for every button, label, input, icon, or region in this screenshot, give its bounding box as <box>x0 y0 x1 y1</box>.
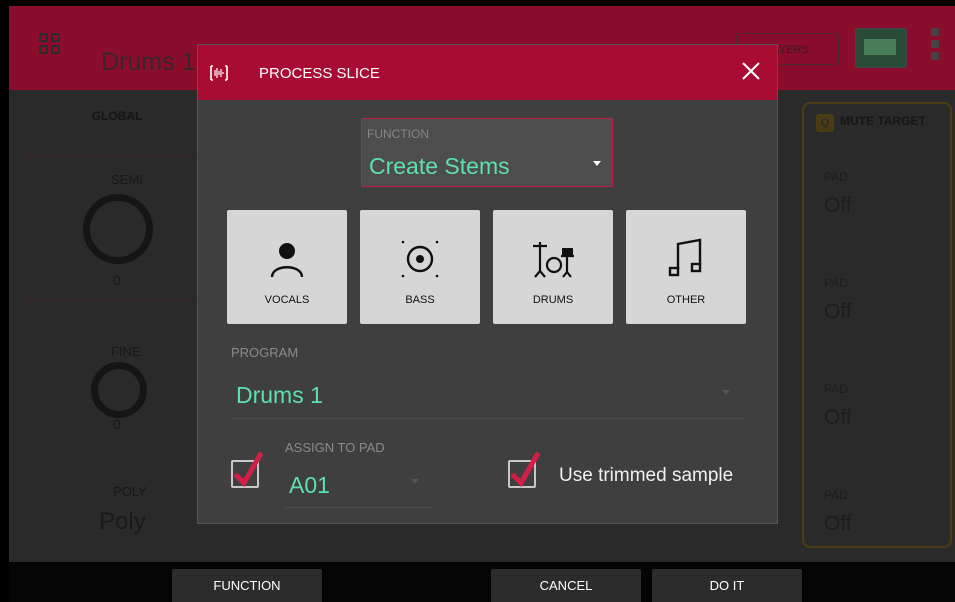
pad-value[interactable]: Off <box>824 300 852 324</box>
function-button[interactable]: FUNCTION <box>172 569 322 602</box>
checkmark-icon <box>233 451 264 488</box>
caret-down-icon <box>411 479 419 484</box>
speaker-icon <box>401 240 439 278</box>
vocals-stem-button[interactable]: VOCALS <box>227 210 347 324</box>
function-label: FUNCTION <box>367 127 429 141</box>
use-trimmed-sample-checkbox[interactable] <box>508 451 541 488</box>
semi-value: 0 <box>113 272 121 288</box>
dialog-header: PROCESS SLICE <box>198 45 777 100</box>
process-slice-dialog: PROCESS SLICE FUNCTION Create Stems VOCA… <box>197 44 778 524</box>
pad-label: PAD <box>824 488 848 502</box>
divider <box>285 507 433 508</box>
global-label: GLOBAL <box>91 109 143 123</box>
divider <box>231 418 746 419</box>
semi-knob[interactable] <box>83 194 153 264</box>
semi-label: SEMI <box>111 172 143 187</box>
pad-value[interactable]: Off <box>824 512 852 536</box>
mute-target-label: MUTE TARGET <box>840 114 926 128</box>
music-note-icon <box>668 238 702 277</box>
person-icon <box>270 243 304 278</box>
caret-down-icon <box>722 390 730 395</box>
global-panel: GLOBAL SEMI 0 FINE 0 POLY <box>23 94 211 564</box>
waveform-icon <box>210 65 228 81</box>
stem-label: DRUMS <box>532 294 574 306</box>
bass-stem-button[interactable]: BASS <box>360 210 480 324</box>
program-label: PROGRAM <box>231 345 299 360</box>
function-dropdown[interactable]: FUNCTION Create Stems <box>361 118 613 187</box>
program-title[interactable]: Drums 1 <box>101 48 195 77</box>
dialog-title: PROCESS SLICE <box>259 65 380 82</box>
caret-down-icon <box>593 161 601 166</box>
stem-label: OTHER <box>666 294 706 306</box>
bottom-bar <box>9 562 955 602</box>
grid-icon[interactable] <box>39 33 61 55</box>
assign-to-pad-dropdown[interactable]: A01 <box>289 472 330 499</box>
fine-knob[interactable] <box>91 362 147 418</box>
pad-label: PAD <box>824 276 848 290</box>
fine-value: 0 <box>113 416 121 432</box>
do-it-button[interactable]: DO IT <box>652 569 802 602</box>
stem-label: VOCALS <box>264 294 310 306</box>
poly-value[interactable]: Poly <box>99 508 146 536</box>
assign-to-pad-checkbox[interactable] <box>231 451 264 488</box>
other-stem-button[interactable]: OTHER <box>626 210 746 324</box>
use-trimmed-sample-label[interactable]: Use trimmed sample <box>559 465 733 487</box>
drums-stem-button[interactable]: DRUMS <box>493 210 613 324</box>
function-value: Create Stems <box>369 153 510 179</box>
pad-label: PAD <box>824 382 848 396</box>
level-meter-icon <box>931 24 941 72</box>
pad-value[interactable]: Off <box>824 194 852 218</box>
close-icon[interactable] <box>738 58 764 84</box>
assign-to-pad-label: ASSIGN TO PAD <box>285 440 385 455</box>
q-link-badge: Q <box>816 114 834 132</box>
mute-target-panel: Q MUTE TARGET PAD Off PAD Off PAD Off PA… <box>802 102 952 548</box>
program-dropdown[interactable]: Drums 1 <box>236 382 323 409</box>
pad-value[interactable]: Off <box>824 406 852 430</box>
envelope-button[interactable] <box>855 28 907 68</box>
poly-label: POLY <box>113 484 147 499</box>
stem-label: BASS <box>405 294 435 306</box>
pad-label: PAD <box>824 170 848 184</box>
checkmark-icon <box>510 451 541 488</box>
drum-kit-icon <box>533 242 574 278</box>
cancel-button[interactable]: CANCEL <box>491 569 641 602</box>
fine-label: FINE <box>111 344 141 359</box>
